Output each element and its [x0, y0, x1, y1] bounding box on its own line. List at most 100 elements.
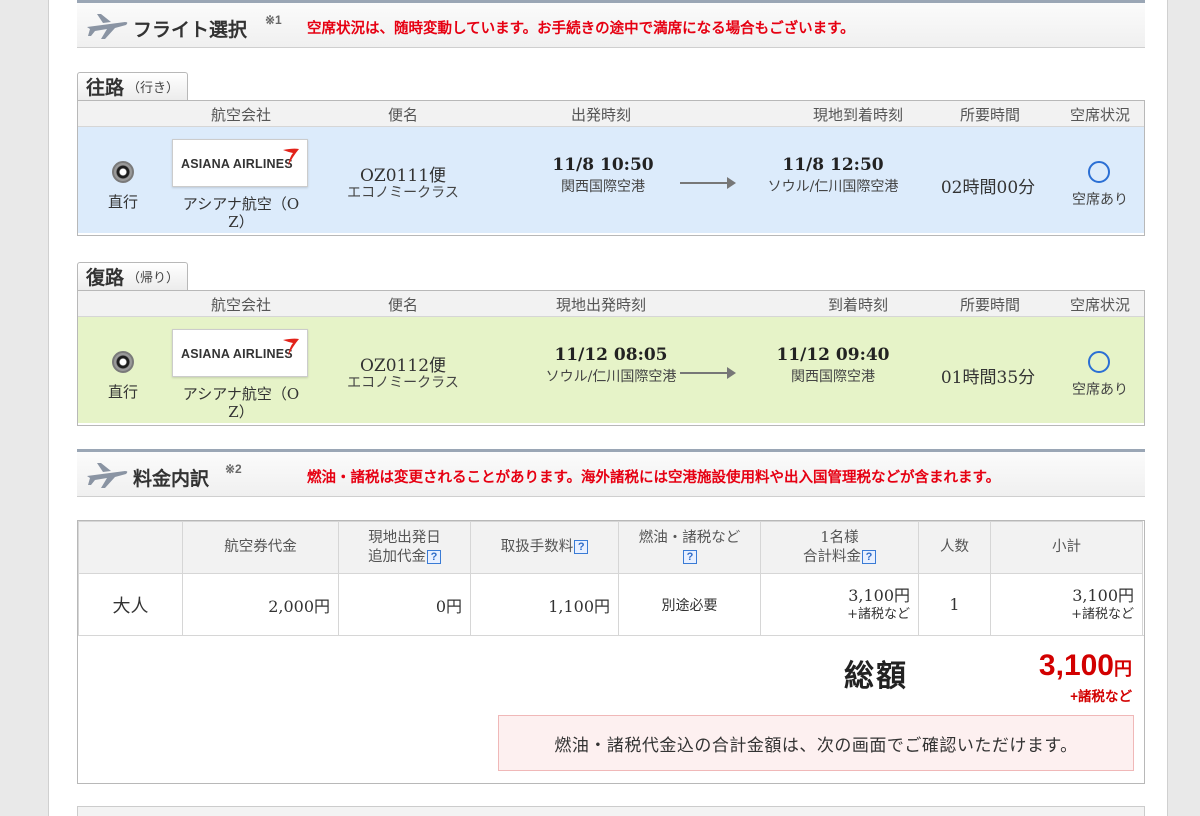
outbound-type: 直行: [107, 193, 139, 211]
fare-row-ticket: 2,000円: [182, 573, 339, 636]
divider: [78, 635, 1144, 636]
fare-header-fee-label: 取扱手数料: [500, 539, 574, 555]
booking-page: フライト選択 ※1 空席状況は、随時変動しています。お手続きの途中で満席になる場…: [48, 0, 1168, 816]
airline-logo-text: ASIANA AIRLINES: [181, 157, 293, 171]
fare-header-per-1: 1名様: [820, 529, 859, 546]
fare-header-per-2: 合計料金: [803, 548, 861, 565]
fare-header-tax: 燃油・諸税など?: [618, 521, 761, 574]
total-amount: 3,100円: [1039, 649, 1132, 683]
asiana-wing-icon: [283, 338, 299, 356]
fare-header-subtotal: 小計: [990, 521, 1143, 574]
outbound-tab-label: 往路: [86, 77, 125, 99]
fare-row-subtotal-value: 3,100円: [1072, 585, 1134, 605]
total-note: +諸税など: [1070, 689, 1132, 704]
outbound-tab: 往路 （行き）: [77, 72, 189, 100]
fare-header-count: 人数: [918, 521, 991, 574]
total-notice-text: 燃油・諸税代金込の合計金額は、次の画面でご確認いただけます。: [554, 735, 1078, 756]
outbound-cabin: エコノミークラス: [347, 185, 459, 201]
inbound-header-row: 航空会社 便名 現地出発時刻 到着時刻 所要時間 空席状況: [78, 291, 1144, 317]
fare-row-count: 1: [918, 573, 991, 636]
fare-header-extra-1: 現地出発日: [368, 529, 441, 546]
fare-row-tax: 別途必要: [618, 573, 761, 636]
asiana-logo: ASIANA AIRLINES: [172, 329, 308, 377]
fare-header-tax-label: 燃油・諸税など: [638, 529, 741, 546]
fare-tax-note: 燃油・諸税は変更されることがあります。海外諸税には空港施設使用料や出入国管理税な…: [307, 470, 1001, 486]
next-section-panel: [77, 806, 1145, 816]
inbound-cabin: エコノミークラス: [347, 375, 459, 391]
total-amount-unit: 円: [1114, 659, 1132, 679]
fare-header-per: 1名様 合計料金?: [760, 521, 919, 574]
inbound-arrive-airport: 関西国際空港: [791, 369, 875, 385]
header-duration: 所要時間: [959, 296, 1021, 314]
arrow-right-icon: [680, 367, 736, 379]
inbound-tab-label: 復路: [86, 267, 125, 289]
fare-row-per-value: 3,100円: [848, 585, 910, 605]
outbound-duration: 02時間00分: [940, 178, 1036, 198]
flight-note-mark: ※1: [265, 13, 282, 27]
fare-header-extra-2: 追加代金: [368, 548, 426, 565]
header-seats: 空席状況: [1069, 296, 1131, 314]
header-arrive: 現地到着時刻: [812, 106, 904, 124]
asiana-logo: ASIANA AIRLINES: [172, 139, 308, 187]
outbound-flight-table: 航空会社 便名 出発時刻 現地到着時刻 所要時間 空席状況 直行 ASIANA …: [77, 100, 1145, 236]
asiana-wing-icon: [283, 148, 299, 166]
inbound-arrive-time: 11/12 09:40: [776, 345, 890, 365]
help-icon[interactable]: ?: [427, 549, 441, 564]
outbound-tab-sub: （行き）: [127, 81, 180, 96]
inbound-airline-name-2: Z）: [228, 403, 254, 421]
airline-logo-text: ASIANA AIRLINES: [181, 347, 293, 361]
fare-row-label: 大人: [78, 573, 183, 636]
help-icon[interactable]: ?: [683, 549, 697, 564]
fare-section-header: 料金内訳 ※2 燃油・諸税は変更されることがあります。海外諸税には空港施設使用料…: [77, 449, 1145, 497]
header-flight: 便名: [387, 106, 419, 124]
fare-table: 航空券代金 現地出発日 追加代金? 取扱手数料? 燃油・諸税など? 1名様 合計…: [78, 521, 1143, 636]
header-depart: 現地出発時刻: [555, 296, 647, 314]
fare-breakdown: 航空券代金 現地出発日 追加代金? 取扱手数料? 燃油・諸税など? 1名様 合計…: [77, 520, 1145, 784]
flight-section-title: フライト選択: [133, 20, 248, 41]
flight-availability-note: 空席状況は、随時変動しています。お手続きの途中で満席になる場合もございます。: [307, 21, 855, 37]
header-airline: 航空会社: [210, 296, 272, 314]
header-flight: 便名: [387, 296, 419, 314]
available-circle-icon: [1088, 351, 1110, 373]
outbound-header-row: 航空会社 便名 出発時刻 現地到着時刻 所要時間 空席状況: [78, 101, 1144, 127]
help-icon[interactable]: ?: [862, 549, 876, 564]
available-circle-icon: [1088, 161, 1110, 183]
total-label: 総額: [844, 659, 908, 694]
total-notice-box: 燃油・諸税代金込の合計金額は、次の画面でご確認いただけます。: [498, 715, 1134, 771]
inbound-select-radio[interactable]: [112, 351, 134, 373]
outbound-depart-time: 11/8 10:50: [552, 155, 654, 175]
outbound-depart-airport: 関西国際空港: [561, 179, 645, 195]
inbound-duration: 01時間35分: [940, 368, 1036, 388]
fare-row-extra: 0円: [338, 573, 471, 636]
inbound-flight-row[interactable]: 直行 ASIANA AIRLINES アシアナ航空（O Z） OZ0112便 エ…: [78, 317, 1144, 423]
fare-row-fee: 1,100円: [470, 573, 619, 636]
fare-section-title: 料金内訳: [133, 469, 210, 490]
outbound-select-radio[interactable]: [112, 161, 134, 183]
fare-header-extra: 現地出発日 追加代金?: [338, 521, 471, 574]
fare-header-row: 航空券代金 現地出発日 追加代金? 取扱手数料? 燃油・諸税など? 1名様 合計…: [78, 521, 1143, 574]
fare-note-mark: ※2: [225, 462, 242, 476]
outbound-arrive-airport: ソウル/仁川国際空港: [767, 179, 899, 195]
inbound-seat-status: 空席あり: [1072, 382, 1128, 398]
flight-section-header: フライト選択 ※1 空席状況は、随時変動しています。お手続きの途中で満席になる場…: [77, 0, 1145, 48]
outbound-arrive-time: 11/8 12:50: [782, 155, 884, 175]
inbound-type: 直行: [107, 383, 139, 401]
inbound-tab: 復路 （帰り）: [77, 262, 189, 290]
help-icon[interactable]: ?: [574, 540, 589, 554]
fare-row-subtotal: 3,100円 +諸税など: [990, 573, 1143, 636]
fare-header-blank: [78, 521, 183, 574]
outbound-flight-row[interactable]: 直行 ASIANA AIRLINES アシアナ航空（O Z） OZ0111便 エ…: [78, 127, 1144, 233]
header-duration: 所要時間: [959, 106, 1021, 124]
inbound-flight-table: 航空会社 便名 現地出発時刻 到着時刻 所要時間 空席状況 直行 ASIANA …: [77, 290, 1145, 426]
header-seats: 空席状況: [1069, 106, 1131, 124]
airplane-icon: [87, 14, 128, 39]
outbound-airline-name-2: Z）: [228, 213, 254, 231]
header-arrive: 到着時刻: [827, 296, 889, 314]
arrow-right-icon: [680, 177, 736, 189]
fare-header-fee: 取扱手数料?: [470, 521, 619, 574]
fare-header-ticket: 航空券代金: [182, 521, 339, 574]
inbound-depart-airport: ソウル/仁川国際空港: [545, 369, 677, 385]
outbound-seat-status: 空席あり: [1072, 192, 1128, 208]
fare-row-subtotal-note: +諸税など: [1071, 606, 1134, 622]
header-depart: 出発時刻: [570, 106, 632, 124]
